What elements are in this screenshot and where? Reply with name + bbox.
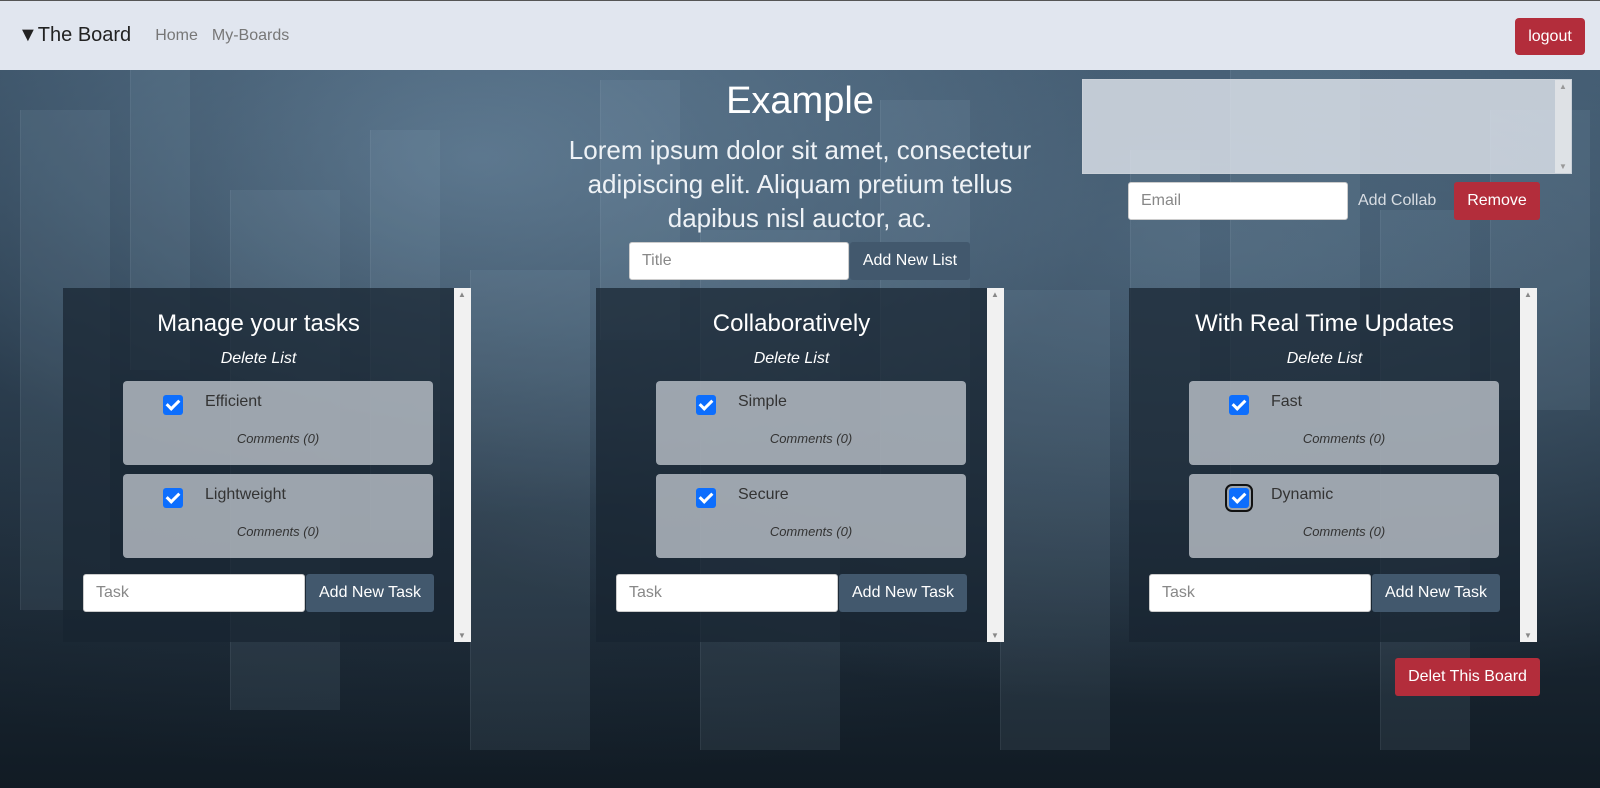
comments-link[interactable]: Comments (0) [656,431,966,446]
task-checkbox[interactable] [1225,484,1253,512]
logout-button[interactable]: logout [1515,18,1585,55]
task-input[interactable] [83,574,305,612]
collaborator-email-input[interactable] [1128,182,1348,220]
task-card: Dynamic Comments (0) [1189,474,1499,558]
navbar: ▼The Board Home My-Boards logout [0,0,1600,70]
task-list: With Real Time Updates Delete List Fast … [1129,288,1537,642]
task-card: Secure Comments (0) [656,474,966,558]
task-card: Lightweight Comments (0) [123,474,433,558]
scroll-down-icon[interactable]: ▼ [1559,162,1567,171]
task-name: Lightweight [205,486,286,503]
task-input[interactable] [616,574,838,612]
scroll-down-icon[interactable]: ▼ [1524,631,1532,640]
task-list: Manage your tasks Delete List Efficient … [63,288,471,642]
task-card: Simple Comments (0) [656,381,966,465]
task-name: Simple [738,393,787,410]
comments-link[interactable]: Comments (0) [1189,524,1499,539]
task-checkbox[interactable] [1229,395,1249,415]
delete-list-button[interactable]: Delete List [63,350,454,368]
list-title-input[interactable] [629,242,849,280]
nav-home-link[interactable]: Home [155,27,198,45]
add-collab-button[interactable]: Add Collab [1358,182,1436,220]
comments-link[interactable]: Comments (0) [656,524,966,539]
list-scrollbar[interactable]: ▲ ▼ [987,288,1004,642]
brand-logo[interactable]: ▼The Board [18,24,131,47]
remove-collab-button[interactable]: Remove [1454,182,1540,220]
task-checkbox[interactable] [163,488,183,508]
task-list: Collaboratively Delete List Simple Comme… [596,288,1004,642]
task-name: Dynamic [1271,486,1334,503]
add-new-task-button[interactable]: Add New Task [839,574,967,612]
task-name: Fast [1271,393,1303,410]
list-scrollbar[interactable]: ▲ ▼ [454,288,471,642]
task-checkbox[interactable] [163,395,183,415]
task-checkbox[interactable] [696,395,716,415]
list-title: Manage your tasks [157,310,360,337]
task-checkbox[interactable] [696,488,716,508]
task-name: Efficient [205,393,262,410]
scroll-down-icon[interactable]: ▼ [991,631,999,640]
board-description: Lorem ipsum dolor sit amet, consectetur … [568,135,1032,233]
scroll-up-icon[interactable]: ▲ [458,290,466,299]
comments-link[interactable]: Comments (0) [1189,431,1499,446]
comments-link[interactable]: Comments (0) [123,524,433,539]
scroll-up-icon[interactable]: ▲ [991,290,999,299]
list-scrollbar[interactable]: ▲ ▼ [1520,288,1537,642]
board-title: Example [726,80,874,122]
task-card: Fast Comments (0) [1189,381,1499,465]
scroll-up-icon[interactable]: ▲ [1524,290,1532,299]
nav-my-boards-link[interactable]: My-Boards [212,27,289,45]
collaborators-scrollbar[interactable]: ▲ ▼ [1555,80,1571,173]
list-title: Collaboratively [712,310,871,337]
list-title: With Real Time Updates [1195,310,1454,337]
task-name: Secure [738,486,789,503]
add-new-task-button[interactable]: Add New Task [1372,574,1500,612]
add-new-task-button[interactable]: Add New Task [306,574,434,612]
delete-list-button[interactable]: Delete List [596,350,987,368]
collaborators-list[interactable]: ▲ ▼ [1082,79,1572,174]
delete-list-button[interactable]: Delete List [1129,350,1520,368]
scroll-down-icon[interactable]: ▼ [458,631,466,640]
delete-board-button[interactable]: Delet This Board [1395,658,1540,696]
comments-link[interactable]: Comments (0) [123,431,433,446]
add-new-list-button[interactable]: Add New List [850,242,970,280]
scroll-up-icon[interactable]: ▲ [1559,82,1567,91]
task-input[interactable] [1149,574,1371,612]
task-card: Efficient Comments (0) [123,381,433,465]
